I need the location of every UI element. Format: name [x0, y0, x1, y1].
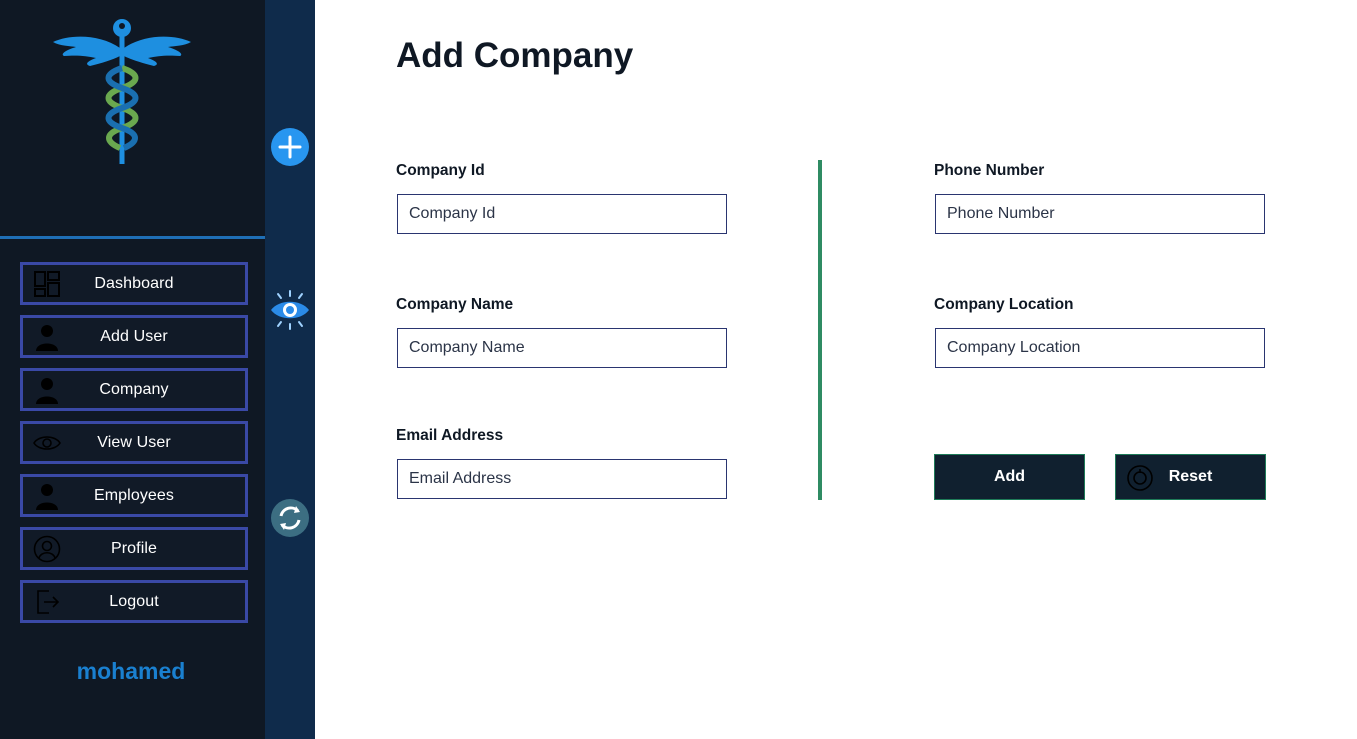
sidebar-item-label: Dashboard: [94, 274, 174, 292]
company-id-label: Company Id: [396, 162, 485, 179]
caduceus-icon: [50, 16, 195, 168]
user-icon: [33, 482, 61, 510]
company-id-input[interactable]: [397, 194, 727, 234]
company-location-input[interactable]: [935, 328, 1265, 368]
company-name-label: Company Name: [396, 296, 514, 313]
profile-icon: [33, 535, 61, 563]
phone-number-label: Phone Number: [934, 162, 1045, 179]
reset-icon: [1126, 464, 1154, 492]
sidebar-item-employees[interactable]: Employees: [20, 474, 248, 517]
sidebar-item-view-user[interactable]: View User: [20, 421, 248, 464]
sidebar-item-label: Employees: [93, 486, 175, 504]
refresh-icon[interactable]: [269, 497, 311, 539]
email-input[interactable]: [397, 459, 727, 499]
user-icon: [33, 323, 61, 351]
reset-button[interactable]: Reset: [1115, 454, 1266, 500]
page-title: Add Company: [396, 36, 634, 75]
sidebar: Dashboard Add User Company View User Emp…: [0, 0, 265, 739]
sidebar-item-label: Company: [99, 380, 169, 398]
phone-number-input[interactable]: [935, 194, 1265, 234]
reset-button-label: Reset: [1168, 468, 1213, 485]
add-button[interactable]: Add: [934, 454, 1085, 500]
sidebar-item-profile[interactable]: Profile: [20, 527, 248, 570]
eye-icon: [33, 429, 61, 457]
sidebar-item-label: Profile: [110, 539, 158, 557]
logout-icon: [33, 588, 61, 616]
plus-circle-icon[interactable]: [269, 126, 311, 168]
sidebar-item-add-user[interactable]: Add User: [20, 315, 248, 358]
main-content: Add Company Company Id Company Name Emai…: [315, 0, 1357, 739]
sidebar-item-label: Add User: [100, 327, 168, 345]
sidebar-item-company[interactable]: Company: [20, 368, 248, 411]
user-icon: [33, 376, 61, 404]
email-label: Email Address: [396, 427, 504, 444]
username: mohamed: [76, 658, 186, 684]
sidebar-item-logout[interactable]: Logout: [20, 580, 248, 623]
eye-icon[interactable]: [269, 289, 311, 331]
icon-rail: [265, 0, 315, 739]
sidebar-item-label: View User: [97, 433, 171, 451]
dashboard-icon: [33, 270, 61, 298]
form-divider: [818, 160, 822, 500]
company-location-label: Company Location: [934, 296, 1074, 313]
sidebar-divider: [0, 236, 265, 239]
sidebar-item-label: Logout: [109, 592, 159, 610]
sidebar-item-dashboard[interactable]: Dashboard: [20, 262, 248, 305]
company-name-input[interactable]: [397, 328, 727, 368]
add-button-label: Add: [993, 468, 1026, 485]
